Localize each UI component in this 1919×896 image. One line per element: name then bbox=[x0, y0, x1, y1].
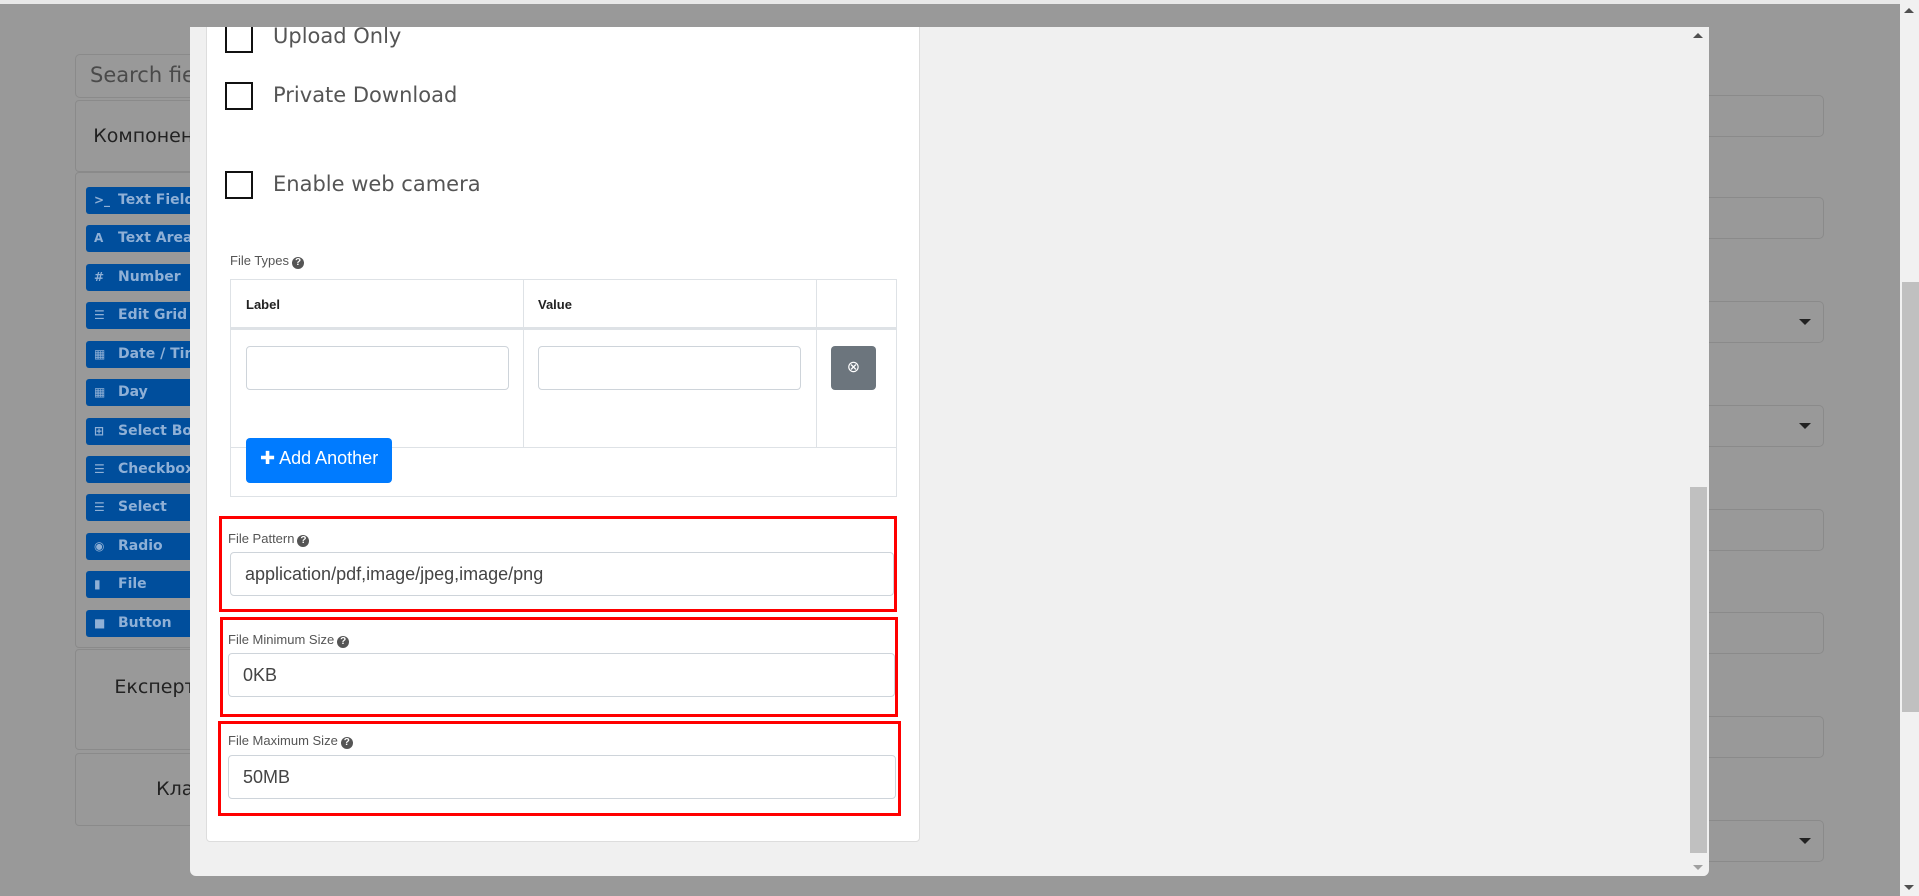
caret-down-icon bbox=[1799, 423, 1811, 429]
file-type-value-input[interactable] bbox=[538, 346, 801, 390]
component-button-label: Text Field bbox=[118, 192, 195, 208]
file-type-label-input[interactable] bbox=[246, 346, 509, 390]
scroll-up-icon[interactable] bbox=[1693, 33, 1703, 38]
caret-down-icon bbox=[1799, 319, 1811, 325]
file-max-size-highlight: File Maximum Size? 50MB bbox=[218, 721, 901, 816]
add-another-button[interactable]: ✚ Add Another bbox=[246, 438, 393, 483]
file-pattern-label: File Pattern? bbox=[228, 531, 310, 547]
page-scrollbar-thumb[interactable] bbox=[1902, 282, 1919, 712]
scroll-down-icon[interactable] bbox=[1904, 885, 1914, 890]
component-button-label: Button bbox=[118, 615, 172, 631]
column-divider bbox=[816, 280, 817, 448]
modal-scrollbar-thumb[interactable] bbox=[1690, 487, 1707, 853]
calendar-icon: ▦ bbox=[94, 347, 106, 361]
file-pattern-highlight: File Pattern? application/pdf,image/jpeg… bbox=[219, 516, 897, 612]
background-input bbox=[1700, 95, 1824, 137]
file-min-size-highlight: File Minimum Size? 0KB bbox=[220, 617, 898, 717]
file-max-size-label: File Maximum Size? bbox=[228, 733, 353, 749]
stop-icon: ■ bbox=[94, 616, 106, 630]
file-types-label: File Types? bbox=[230, 253, 305, 269]
file-icon: ▮ bbox=[94, 577, 101, 591]
tasks-icon: ☰ bbox=[94, 308, 105, 322]
page-top-border bbox=[0, 0, 1919, 4]
component-button-label: Edit Grid bbox=[118, 307, 188, 323]
upload-only-checkbox[interactable] bbox=[225, 27, 253, 53]
dot-circle-icon: ◉ bbox=[94, 539, 105, 553]
font-icon: A bbox=[94, 231, 104, 245]
component-button-label: Number bbox=[118, 269, 181, 285]
component-button-label: Select bbox=[118, 499, 167, 515]
background-input bbox=[1700, 716, 1824, 758]
file-min-size-label-text: File Minimum Size bbox=[228, 632, 335, 647]
component-button-label: Day bbox=[118, 384, 148, 400]
file-pattern-label-text: File Pattern bbox=[228, 531, 295, 546]
question-circle-icon[interactable]: ? bbox=[340, 737, 353, 749]
plus-icon: ✚ bbox=[260, 448, 276, 468]
file-max-size-input[interactable]: 50MB bbox=[228, 755, 896, 799]
question-circle-icon[interactable]: ? bbox=[292, 257, 305, 269]
plus-square-icon: ⊞ bbox=[94, 424, 105, 438]
background-select bbox=[1700, 405, 1824, 447]
remove-row-button[interactable]: ⊗ bbox=[831, 346, 876, 390]
background-select bbox=[1700, 820, 1824, 862]
file-pattern-input[interactable]: application/pdf,image/jpeg,image/png bbox=[230, 552, 894, 596]
question-circle-icon[interactable]: ? bbox=[337, 636, 350, 648]
question-circle-icon[interactable]: ? bbox=[297, 535, 310, 547]
background-input bbox=[1700, 197, 1824, 239]
list-icon: ☰ bbox=[94, 462, 105, 476]
enable-web-camera-checkbox[interactable] bbox=[225, 171, 253, 199]
file-max-size-label-text: File Maximum Size bbox=[228, 733, 338, 748]
settings-card: Upload Only Private Download Enable web … bbox=[206, 27, 920, 842]
scroll-down-icon[interactable] bbox=[1693, 865, 1703, 870]
component-button-label: Checkbox bbox=[118, 461, 195, 477]
file-min-size-input[interactable]: 0KB bbox=[228, 653, 895, 697]
caret-down-icon bbox=[1799, 838, 1811, 844]
background-input bbox=[1700, 509, 1824, 551]
component-button-label: File bbox=[118, 576, 147, 592]
component-settings-modal: Upload Only Private Download Enable web … bbox=[190, 27, 1709, 876]
column-divider bbox=[523, 280, 524, 448]
add-another-label: Add Another bbox=[279, 448, 379, 468]
component-button-label: Radio bbox=[118, 538, 163, 554]
file-types-label-text: File Types bbox=[230, 253, 290, 268]
column-header-value: Value bbox=[538, 297, 572, 312]
component-button-label: Text Area bbox=[118, 230, 193, 246]
times-circle-icon: ⊗ bbox=[846, 359, 861, 376]
private-download-label: Private Download bbox=[273, 83, 458, 107]
column-header-label: Label bbox=[246, 297, 280, 312]
background-input bbox=[1700, 612, 1824, 654]
list-icon: ☰ bbox=[94, 500, 105, 514]
background-select bbox=[1700, 301, 1824, 343]
file-min-size-label: File Minimum Size? bbox=[228, 632, 350, 648]
terminal-icon: >_ bbox=[94, 193, 111, 207]
hashtag-icon: # bbox=[94, 270, 105, 284]
enable-web-camera-label: Enable web camera bbox=[273, 172, 481, 196]
scroll-up-icon[interactable] bbox=[1904, 8, 1914, 13]
calendar-icon: ▦ bbox=[94, 385, 106, 399]
private-download-checkbox[interactable] bbox=[225, 82, 253, 110]
upload-only-label: Upload Only bbox=[273, 27, 402, 48]
file-types-table: Label Value ⊗ ✚ Add Another bbox=[230, 279, 897, 497]
